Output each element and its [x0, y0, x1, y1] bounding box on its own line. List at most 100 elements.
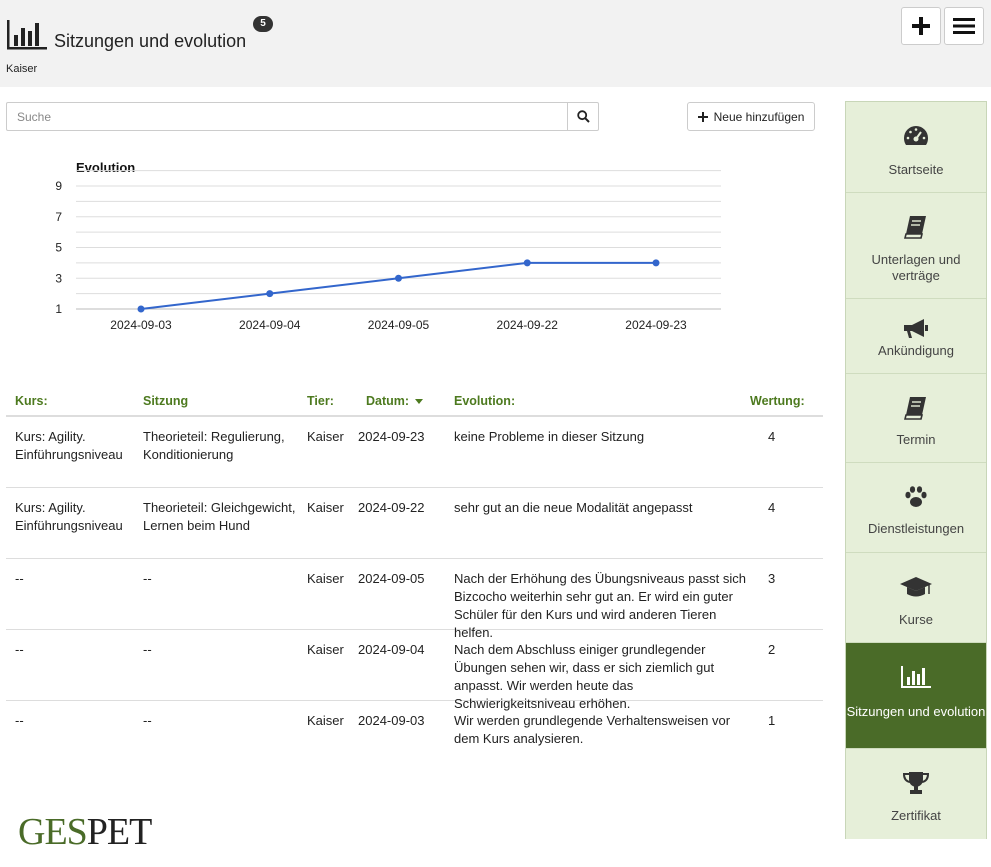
plus-icon — [912, 17, 930, 35]
column-header-kurs[interactable]: Kurs: — [15, 392, 137, 410]
menu-button[interactable] — [944, 7, 984, 45]
cell-sitzung: Theorieteil: Regulierung, Konditionierun… — [143, 429, 285, 462]
x-tick-label: 2024-09-22 — [497, 318, 559, 332]
add-new-label: Neue hinzufügen — [713, 109, 805, 124]
plus-icon — [697, 111, 708, 122]
table-row: -- -- Kaiser 2024-09-04 Nach dem Abschluss e… — [6, 630, 823, 711]
sidebar-item-sitzungen[interactable]: Sitzungen und evolution — [846, 643, 986, 749]
sidebar-item-startseite[interactable]: Startseite — [846, 102, 986, 193]
table-row: Kurs: Agility. Einführungsniveau Theoriet… — [6, 488, 823, 559]
sidebar-label: Ankündigung — [878, 343, 954, 358]
search-icon — [577, 110, 590, 123]
dashboard-icon — [903, 126, 929, 145]
x-tick-label: 2024-09-05 — [368, 318, 430, 332]
add-new-button[interactable]: Neue hinzufügen — [687, 102, 815, 131]
cell-kurs: -- — [15, 713, 24, 728]
x-tick-label: 2024-09-04 — [239, 318, 301, 332]
sidebar-label: Unterlagen und verträge — [871, 252, 961, 283]
page-title: Sitzungen und evolution — [54, 31, 247, 51]
evolution-chart: 1 3 5 7 9 2024-09-03 2024-09-04 2024-09-05 2024-… — [55, 170, 721, 332]
cell-kurs: Kurs: Agility. Einführungsniveau — [15, 429, 123, 462]
sidebar-item-dienstleistungen[interactable]: Dienstleistungen — [846, 463, 986, 553]
cell-evolution: keine Probleme in dieser Sitzung — [454, 429, 645, 444]
cell-wertung: 2 — [768, 642, 776, 657]
sidebar-label: Dienstleistungen — [867, 521, 965, 536]
cell-wertung: 4 — [768, 500, 776, 515]
megaphone-icon — [904, 319, 928, 338]
search-button[interactable] — [567, 103, 599, 130]
y-tick-label: 5 — [55, 241, 62, 255]
table-row: -- -- Kaiser 2024-09-05 Nach der Erhöhung de… — [6, 559, 823, 640]
column-header-tier[interactable]: Tier: — [307, 392, 347, 410]
cell-wertung: 1 — [768, 713, 776, 728]
bar-chart-icon — [7, 20, 47, 50]
cell-sitzung: -- — [143, 642, 152, 657]
x-tick-label: 2024-09-23 — [625, 318, 687, 332]
book-icon — [904, 216, 926, 239]
data-point[interactable] — [266, 290, 274, 298]
cell-sitzung: -- — [143, 571, 152, 586]
book-icon — [904, 397, 926, 420]
sidebar-nav: Startseite Unterlagen und verträge Ankün… — [845, 101, 987, 839]
table-header-row: Kurs: Sitzung Tier: Datum: Evolution: We… — [6, 385, 823, 417]
datum-header-label: Datum: — [366, 394, 410, 408]
cell-datum: 2024-09-04 — [358, 642, 425, 657]
page-subtitle: Kaiser — [6, 63, 38, 75]
cell-sitzung: Theorieteil: Gleichgewicht, Lernen beim … — [143, 500, 296, 533]
sidebar-label: Sitzungen und evolution — [846, 704, 986, 719]
sidebar-label: Zertifikat — [891, 808, 941, 823]
column-header-sitzung[interactable]: Sitzung — [143, 392, 303, 410]
cell-tier: Kaiser — [307, 642, 344, 657]
logo-part2: PET — [86, 811, 153, 853]
cell-tier: Kaiser — [307, 571, 344, 586]
sidebar-item-termin[interactable]: Termin — [846, 374, 986, 463]
graduation-cap-icon — [900, 577, 932, 597]
cell-tier: Kaiser — [307, 713, 344, 728]
cell-wertung: 3 — [768, 571, 776, 586]
sidebar-label: Kurse — [899, 612, 933, 627]
search-bar — [6, 102, 599, 131]
logo-part1: GES — [18, 811, 88, 853]
column-header-evolution[interactable]: Evolution: — [454, 392, 754, 410]
add-button[interactable] — [901, 7, 941, 45]
sidebar-item-ankuendigung[interactable]: Ankündigung — [846, 299, 986, 374]
x-tick-label: 2024-09-03 — [110, 318, 172, 332]
sort-desc-icon — [415, 399, 424, 405]
sidebar-item-zertifikat[interactable]: Zertifikat — [846, 749, 986, 839]
bar-chart-icon — [901, 666, 931, 688]
series-line — [140, 261, 656, 310]
cell-tier: Kaiser — [307, 500, 344, 515]
cell-sitzung: -- — [143, 713, 152, 728]
cell-datum: 2024-09-22 — [358, 500, 425, 515]
sessions-table: Kurs: Sitzung Tier: Datum: Evolution: We… — [6, 385, 823, 772]
gespet-logo: GESPET — [18, 810, 153, 854]
column-header-wertung[interactable]: Wertung: — [750, 392, 812, 410]
cell-tier: Kaiser — [307, 429, 344, 444]
sidebar-label: Termin — [896, 432, 936, 447]
cell-kurs: Kurs: Agility. Einführungsniveau — [15, 500, 123, 533]
y-tick-label: 7 — [55, 210, 62, 224]
count-badge: 5 — [253, 16, 273, 32]
data-point[interactable] — [137, 305, 145, 313]
cell-evolution: sehr gut an die neue Modalität angepasst — [454, 500, 693, 515]
sidebar-label: Startseite — [888, 162, 944, 177]
cell-datum: 2024-09-03 — [358, 713, 425, 728]
cell-wertung: 4 — [768, 429, 776, 444]
paw-icon — [905, 486, 927, 507]
column-header-datum[interactable]: Datum: — [366, 392, 450, 410]
data-point[interactable] — [652, 259, 660, 267]
data-point[interactable] — [523, 259, 531, 267]
table-row: Kurs: Agility. Einführungsniveau Theoriet… — [6, 417, 823, 488]
data-point[interactable] — [395, 274, 402, 282]
table-row: -- -- Kaiser 2024-09-03 Wir werden grundlege… — [6, 701, 823, 772]
cell-datum: 2024-09-05 — [358, 571, 425, 586]
search-input[interactable] — [7, 103, 567, 130]
y-tick-label: 1 — [55, 302, 62, 316]
y-tick-label: 9 — [55, 179, 62, 193]
cell-kurs: -- — [15, 571, 24, 586]
hamburger-icon — [953, 18, 975, 34]
sidebar-item-unterlagen[interactable]: Unterlagen und verträge — [846, 193, 986, 299]
sidebar-item-kurse[interactable]: Kurse — [846, 553, 986, 643]
cell-datum: 2024-09-23 — [358, 429, 425, 444]
trophy-icon — [902, 772, 930, 794]
